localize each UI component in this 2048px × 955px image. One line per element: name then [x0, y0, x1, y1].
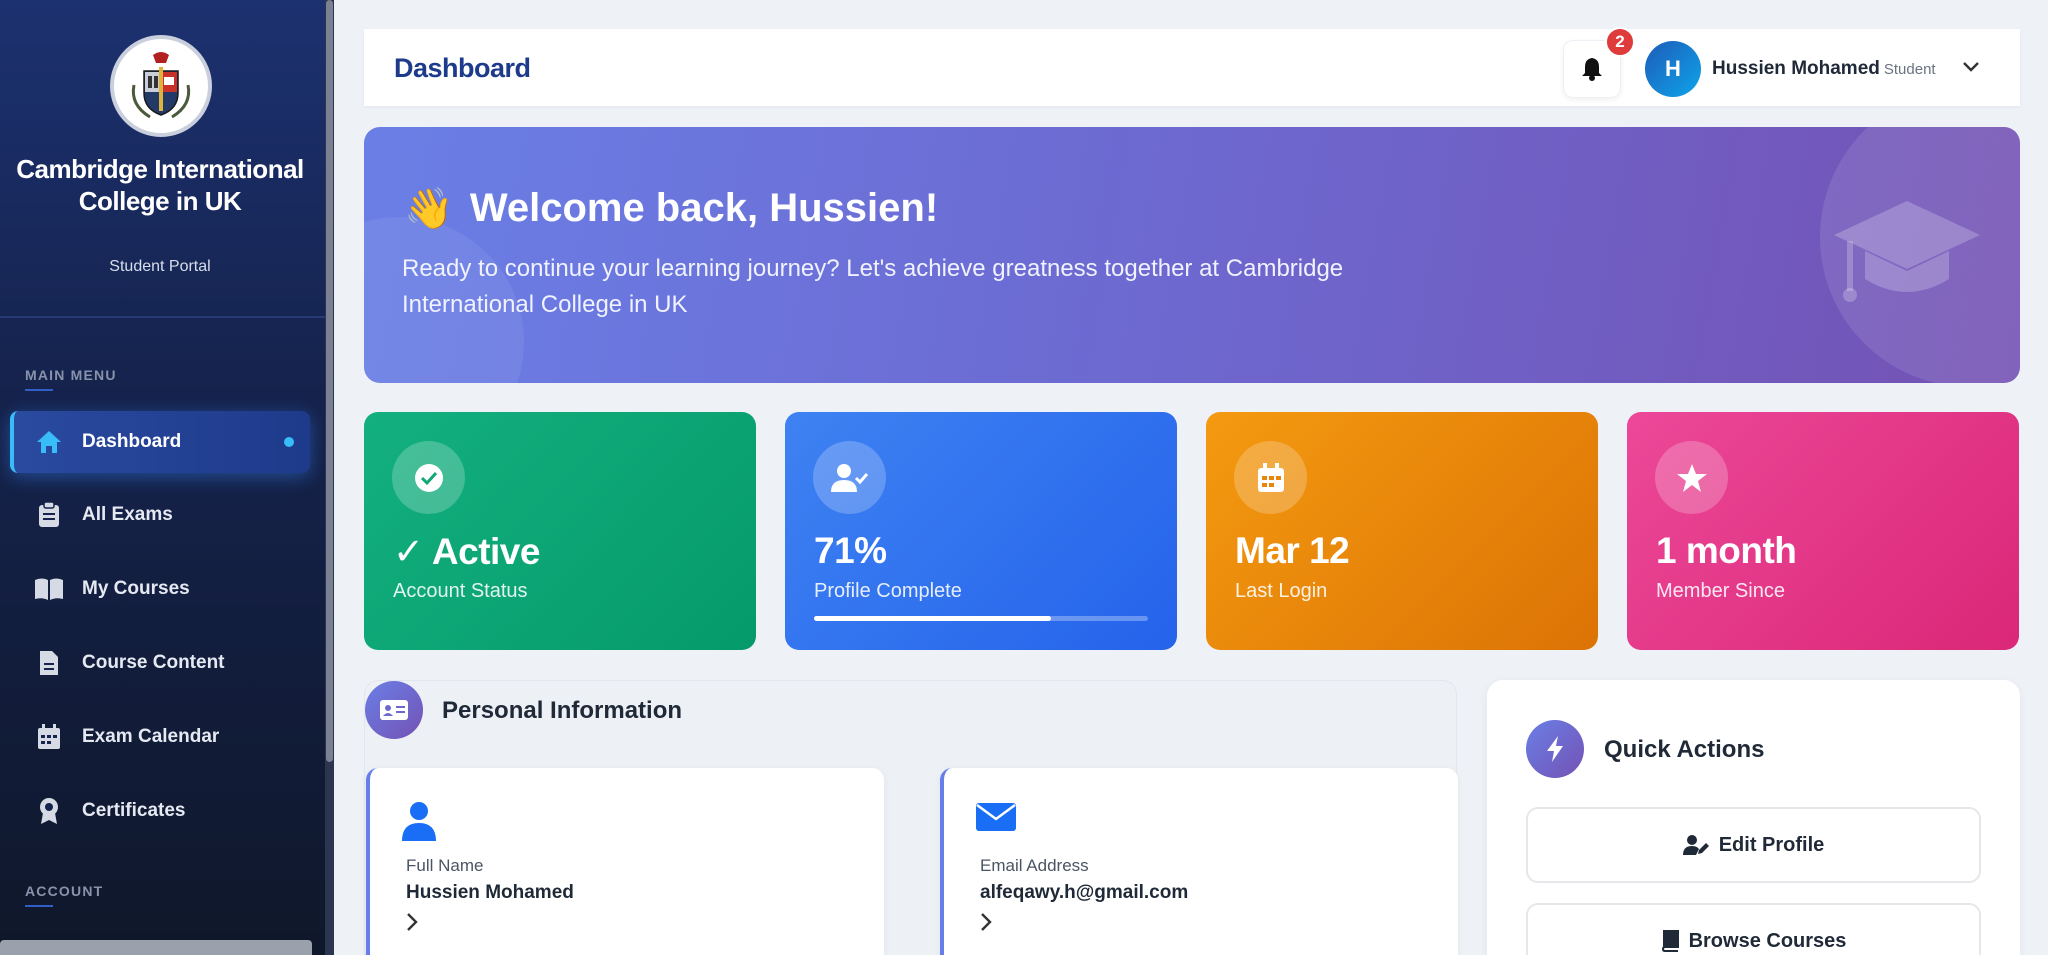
file-icon — [34, 648, 64, 678]
user-role: Student — [1883, 61, 1936, 78]
page-title: Dashboard — [394, 53, 531, 83]
waving-hand-icon: 👋 — [404, 187, 454, 231]
sidebar-item-certificates[interactable]: Certificates — [10, 780, 310, 842]
award-icon — [34, 796, 64, 826]
welcome-banner: 👋 Welcome back, Hussien! Ready to contin… — [364, 127, 2020, 383]
sidebar-item-label: Exam Calendar — [82, 726, 220, 747]
book-open-icon — [34, 574, 64, 604]
browse-courses-label: Browse Courses — [1688, 929, 1847, 952]
info-label: Full Name — [406, 856, 484, 875]
section-label-account: ACCOUNT — [25, 883, 103, 907]
college-crest-icon — [131, 52, 191, 119]
sidebar-item-my-courses[interactable]: My Courses — [10, 558, 310, 620]
section-label-text: ACCOUNT — [25, 883, 104, 899]
chevron-down-icon[interactable] — [1961, 57, 1981, 77]
user-menu[interactable]: Hussien Mohamed Student — [1712, 58, 1936, 80]
stat-label: Last Login — [1235, 580, 1328, 602]
sidebar-item-course-content[interactable]: Course Content — [10, 632, 310, 694]
info-card-email-address[interactable]: Email Address alfeqawy.h@gmail.com — [940, 768, 1458, 955]
sidebar-item-all-exams[interactable]: All Exams — [10, 484, 310, 546]
bell-icon — [1582, 58, 1602, 81]
browse-courses-button[interactable]: Browse Courses — [1526, 903, 1981, 955]
sidebar-item-dashboard[interactable]: Dashboard — [10, 411, 310, 473]
stat-card-last-login: Mar 12 Last Login — [1206, 412, 1598, 650]
stat-label: Profile Complete — [814, 580, 962, 602]
notification-badge: 2 — [1605, 27, 1635, 57]
book-icon — [1661, 930, 1679, 952]
personal-information-title: Personal Information — [442, 697, 683, 724]
info-value: alfeqawy.h@gmail.com — [980, 882, 1189, 903]
sidebar-scrollbar-thumb[interactable] — [326, 0, 333, 762]
sidebar-item-label: Course Content — [82, 652, 225, 673]
user-edit-icon — [1682, 834, 1709, 856]
chevron-right-icon[interactable] — [406, 912, 418, 932]
top-header: Dashboard 2 H Hussien Mohamed Student — [364, 27, 2020, 106]
star-icon — [1655, 441, 1728, 514]
calendar-icon — [34, 722, 64, 752]
edit-profile-button[interactable]: Edit Profile — [1526, 807, 1981, 883]
section-label-main-menu: MAIN MENU — [25, 367, 117, 391]
sidebar-item-label: Certificates — [82, 800, 186, 821]
college-name: Cambridge International College in UK — [16, 154, 304, 216]
sidebar-scrollbar[interactable] — [325, 0, 334, 955]
stat-value: Mar 12 — [1235, 530, 1350, 571]
quick-actions-title: Quick Actions — [1604, 736, 1765, 763]
calendar-icon — [1234, 441, 1307, 514]
sidebar-horizontal-scrollbar[interactable] — [0, 940, 312, 955]
stat-value: ✓ Active — [393, 531, 540, 572]
info-card-full-name[interactable]: Full Name Hussien Mohamed — [366, 768, 884, 955]
envelope-icon — [976, 803, 1016, 831]
id-card-icon — [365, 681, 423, 739]
stat-label: Account Status — [393, 580, 528, 602]
stat-label: Member Since — [1656, 580, 1785, 602]
sidebar-divider — [0, 316, 325, 318]
stat-card-member-since: 1 month Member Since — [1627, 412, 2019, 650]
sidebar-item-label: My Courses — [82, 578, 190, 599]
user-name: Hussien Mohamed — [1712, 58, 1880, 79]
info-label: Email Address — [980, 856, 1089, 875]
stat-card-profile-complete: 71% Profile Complete — [785, 412, 1177, 650]
portal-label: Student Portal — [109, 258, 211, 275]
user-check-icon — [813, 441, 886, 514]
section-label-text: MAIN MENU — [25, 367, 117, 383]
info-value: Hussien Mohamed — [406, 882, 574, 903]
welcome-subtitle: Ready to continue your learning journey?… — [402, 255, 1344, 318]
avatar[interactable]: H — [1645, 41, 1701, 97]
profile-progress-fill — [814, 616, 1052, 621]
chevron-right-icon[interactable] — [980, 912, 992, 932]
check-circle-icon — [392, 441, 465, 514]
stat-card-account-status: ✓ Active Account Status — [364, 412, 756, 650]
welcome-heading: 👋 Welcome back, Hussien! — [404, 185, 938, 232]
quick-actions-panel: Quick Actions Edit Profile Browse Course… — [1487, 680, 2020, 955]
graduation-cap-icon — [1834, 201, 1980, 302]
bolt-icon — [1526, 720, 1584, 778]
active-indicator — [284, 437, 294, 447]
stat-value: 71% — [814, 530, 887, 571]
college-logo[interactable] — [110, 35, 212, 137]
user-icon — [402, 802, 436, 841]
home-icon — [34, 427, 64, 457]
profile-progress-bar — [814, 616, 1148, 621]
section-underline — [25, 389, 53, 391]
clipboard-icon — [34, 500, 64, 530]
welcome-title: Welcome back, Hussien! — [469, 186, 939, 230]
sidebar: Cambridge International College in UK St… — [0, 0, 334, 955]
sidebar-item-label: Dashboard — [82, 431, 182, 452]
stat-value: 1 month — [1656, 530, 1797, 571]
section-underline — [25, 905, 53, 907]
sidebar-item-label: All Exams — [82, 504, 173, 525]
sidebar-item-exam-calendar[interactable]: Exam Calendar — [10, 706, 310, 768]
edit-profile-label: Edit Profile — [1718, 833, 1825, 856]
